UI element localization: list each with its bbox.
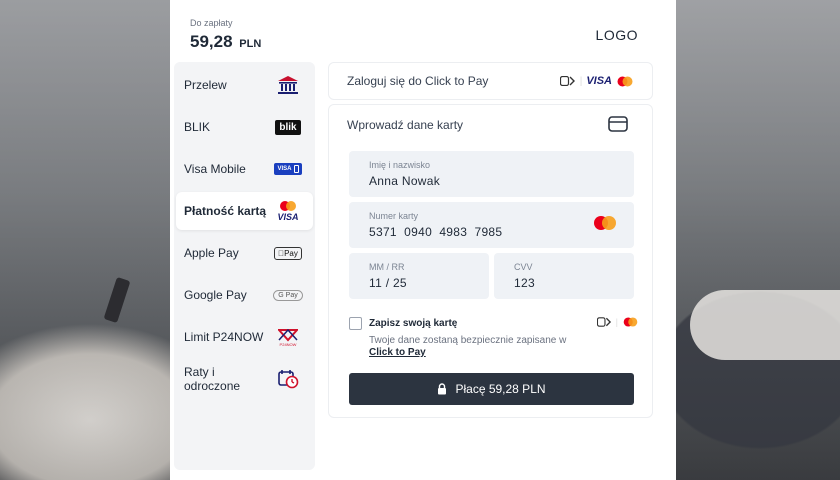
- expiry-value: 11 / 25: [369, 276, 407, 290]
- save-card-brands: |: [596, 317, 639, 327]
- mastercard-icon: [594, 216, 616, 230]
- amount-value: 59,28 PLN: [190, 32, 261, 52]
- payment-methods-list: Przelew BLIK blik Visa Mobile VISA Płatn…: [174, 62, 315, 470]
- lock-icon: [438, 383, 447, 395]
- apple-pay-text: Pay: [281, 248, 298, 258]
- method-label: Visa Mobile: [184, 162, 246, 176]
- blik-icon: blik: [273, 117, 303, 137]
- cvv-label: CVV: [514, 262, 533, 272]
- save-card-desc-text: Twoje dane zostaną bezpiecznie zapisane …: [369, 335, 567, 346]
- visa-mobile-text: VISA: [277, 166, 292, 172]
- method-visa-mobile[interactable]: Visa Mobile VISA: [176, 150, 313, 188]
- card-number-field[interactable]: Numer karty 5371 0940 4983 7985: [349, 202, 634, 248]
- save-card-title: Zapisz swoją kartę: [369, 318, 458, 329]
- card-form: Wprowadź dane karty Imię i nazwisko Anna…: [328, 104, 653, 418]
- amount-currency: PLN: [239, 38, 262, 50]
- pay-button[interactable]: Płacę 59,28 PLN: [349, 373, 634, 405]
- expiry-label: MM / RR: [369, 262, 405, 272]
- visa-mobile-icon: VISA: [273, 159, 303, 179]
- name-label: Imię i nazwisko: [369, 160, 431, 170]
- method-label: Apple Pay: [184, 246, 239, 260]
- method-blik[interactable]: BLIK blik: [176, 108, 313, 146]
- mastercard-visa-icon: VISA: [273, 197, 303, 225]
- bank-icon: [273, 75, 303, 95]
- calendar-clock-icon: [273, 369, 303, 389]
- mastercard-icon: [623, 317, 638, 327]
- method-label: BLIK: [184, 120, 211, 134]
- payment-panel: Do zapłaty 59,28 PLN LOGO Przelew BLIK b…: [170, 0, 676, 480]
- amount-label: Do zapłaty: [190, 18, 233, 28]
- amount-number: 59,28: [190, 32, 233, 51]
- name-value: Anna Nowak: [369, 174, 441, 188]
- method-label: Płatność kartą: [184, 204, 267, 218]
- click-to-pay-icon: [559, 76, 575, 86]
- background-left: [0, 0, 170, 480]
- visa-text: VISA: [277, 212, 299, 222]
- method-label: Raty i odroczone: [184, 365, 241, 393]
- visa-text: VISA: [586, 75, 612, 87]
- card-form-title: Wprowadź dane karty: [347, 118, 464, 132]
- click-to-pay-icon: [596, 317, 611, 327]
- mastercard-icon: [617, 76, 633, 86]
- expiry-field[interactable]: MM / RR 11 / 25: [349, 253, 489, 299]
- click-to-pay-label: Zaloguj się do Click to Pay: [347, 74, 489, 88]
- method-p24now[interactable]: Limit P24NOW P24NOW: [176, 318, 313, 356]
- google-pay-text: G Pay: [273, 289, 303, 301]
- p24now-icon: P24NOW: [273, 324, 303, 350]
- name-field[interactable]: Imię i nazwisko Anna Nowak: [349, 151, 634, 197]
- method-label: Limit P24NOW: [184, 330, 264, 344]
- method-label: Google Pay: [184, 288, 247, 302]
- click-to-pay-login[interactable]: Zaloguj się do Click to Pay | VISA: [328, 62, 653, 100]
- click-to-pay-brands: | VISA: [559, 75, 634, 87]
- method-google-pay[interactable]: Google Pay G Pay: [176, 276, 313, 314]
- save-card-checkbox[interactable]: [349, 317, 362, 330]
- merchant-logo: LOGO: [595, 27, 638, 43]
- card-number-label: Numer karty: [369, 211, 419, 221]
- click-to-pay-link[interactable]: Click to Pay: [369, 347, 426, 358]
- save-card-description: Twoje dane zostaną bezpiecznie zapisane …: [369, 335, 589, 359]
- method-label: Przelew: [184, 78, 227, 92]
- cvv-field[interactable]: CVV 123: [494, 253, 634, 299]
- credit-card-icon: [608, 116, 628, 137]
- method-apple-pay[interactable]: Apple Pay Pay: [176, 234, 313, 272]
- p24now-text: P24NOW: [279, 341, 297, 347]
- method-przelew[interactable]: Przelew: [176, 66, 313, 104]
- background-table: [690, 290, 840, 360]
- method-installments[interactable]: Raty i odroczone: [176, 360, 313, 398]
- google-pay-icon: G Pay: [273, 285, 303, 305]
- cvv-value: 123: [514, 276, 535, 290]
- apple-pay-icon: Pay: [273, 243, 303, 263]
- card-number-value: 5371 0940 4983 7985: [369, 225, 503, 239]
- pay-button-label: Płacę 59,28 PLN: [455, 382, 546, 396]
- background-right: [676, 0, 840, 480]
- method-card[interactable]: Płatność kartą VISA: [176, 192, 313, 230]
- blik-logo-text: blik: [275, 119, 301, 135]
